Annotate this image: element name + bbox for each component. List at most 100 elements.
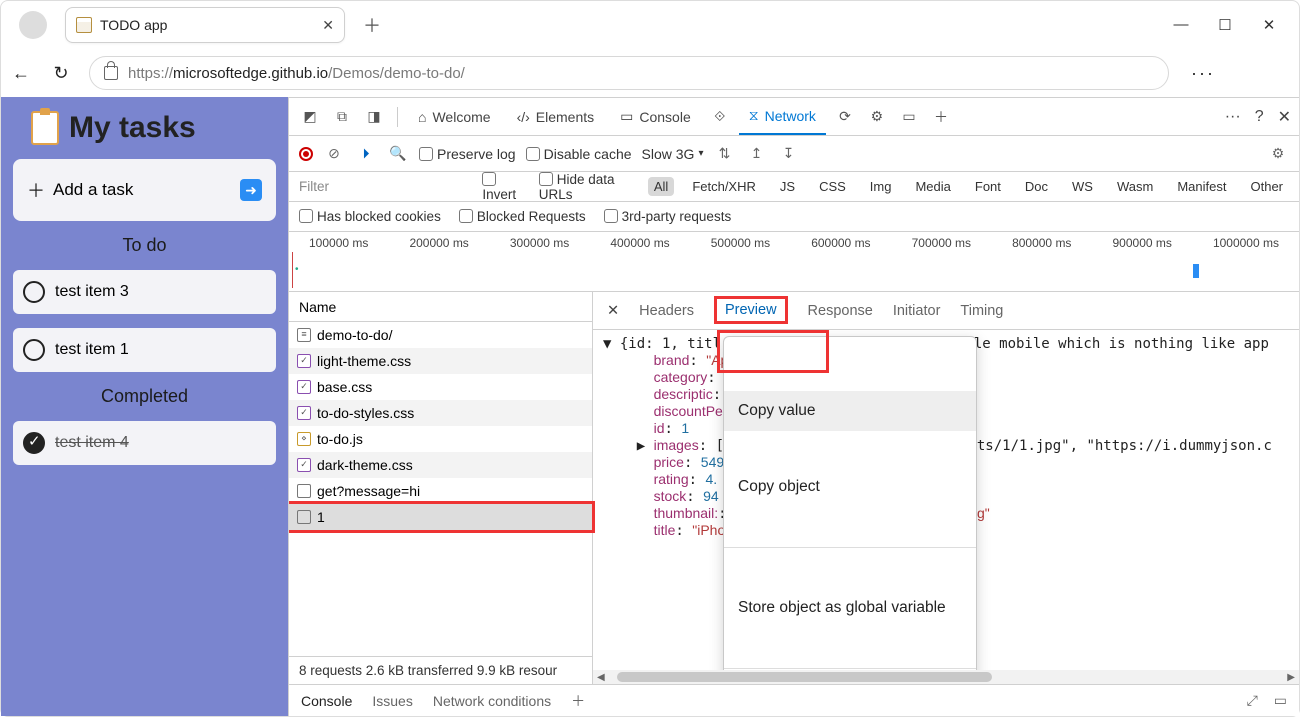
request-row-selected[interactable]: 1 [289, 504, 592, 530]
maximize-button[interactable]: ☐ [1217, 16, 1233, 34]
sources-icon[interactable]: ⟐ [707, 104, 733, 130]
type-font[interactable]: Font [969, 177, 1007, 196]
drawer-issues[interactable]: Issues [372, 693, 412, 709]
third-party-checkbox[interactable]: 3rd-party requests [604, 209, 732, 224]
lock-icon [104, 66, 118, 80]
dock-icon[interactable]: ◨ [361, 104, 387, 130]
devtools-panel: ◩ ⧉ ◨ ⌂ Welcome ‹/› Elements ▭ Console ⟐… [288, 97, 1299, 716]
request-row[interactable]: ✓light-theme.css [289, 348, 592, 374]
task-checkbox-done[interactable] [23, 432, 45, 454]
request-row[interactable]: ⋄to-do.js [289, 426, 592, 452]
page-icon [76, 17, 92, 33]
blocked-cookies-checkbox[interactable]: Has blocked cookies [299, 209, 441, 224]
column-name[interactable]: Name [289, 292, 592, 322]
clear-button[interactable]: ⊘ [323, 145, 345, 162]
preview-tab-response[interactable]: Response [808, 303, 873, 319]
hide-data-urls-checkbox[interactable]: Hide data URLs [539, 172, 636, 202]
close-devtools-button[interactable]: ✕ [1278, 107, 1291, 127]
drawer-network-conditions[interactable]: Network conditions [433, 693, 551, 709]
request-row[interactable]: ✓to-do-styles.css [289, 400, 592, 426]
network-timeline[interactable]: 100000 ms 200000 ms 300000 ms 400000 ms … [289, 232, 1299, 292]
address-bar[interactable]: https://microsoftedge.github.io/Demos/de… [89, 56, 1169, 90]
ctx-copy-object[interactable]: Copy object [724, 467, 976, 507]
response-preview-pane: ✕ Headers Preview Response Initiator Tim… [593, 292, 1299, 684]
browser-tab[interactable]: TODO app ✕ [65, 7, 345, 43]
request-row[interactable]: ✓dark-theme.css [289, 452, 592, 478]
task-checkbox[interactable] [23, 281, 45, 303]
preserve-log-checkbox[interactable]: Preserve log [419, 146, 516, 162]
tab-elements[interactable]: ‹/› Elements [507, 98, 605, 135]
more-tabs-button[interactable]: ＋ [928, 104, 954, 130]
filter-input[interactable]: Filter [299, 179, 470, 194]
preview-tab-headers[interactable]: Headers [639, 303, 694, 319]
network-settings-icon[interactable]: ⚙ [1267, 145, 1289, 162]
invert-checkbox[interactable]: Invert [482, 172, 526, 202]
blocked-requests-checkbox[interactable]: Blocked Requests [459, 209, 586, 224]
drawer-expand-icon[interactable]: ⤢ [1247, 692, 1258, 709]
filter-toggle-icon[interactable]: ⏵ [355, 145, 377, 162]
wifi-icon[interactable]: ⇅ [713, 145, 735, 162]
record-button[interactable] [299, 147, 313, 161]
throttle-select[interactable]: Slow 3G ▾ [642, 146, 704, 162]
tab-title: TODO app [100, 17, 314, 33]
context-menu: Copy value Copy object Store object as g… [723, 336, 977, 670]
drawer-console[interactable]: Console [301, 693, 352, 709]
close-preview-button[interactable]: ✕ [607, 303, 619, 319]
close-window-button[interactable]: ✕ [1261, 16, 1277, 34]
request-row[interactable]: ≡demo-to-do/ [289, 322, 592, 348]
ctx-store-global[interactable]: Store object as global variable [724, 588, 976, 628]
help-icon[interactable]: ? [1255, 108, 1264, 126]
devtools-more-button[interactable]: ··· [1225, 108, 1241, 126]
request-row[interactable]: ✓base.css [289, 374, 592, 400]
type-wasm[interactable]: Wasm [1111, 177, 1159, 196]
performance-icon[interactable]: ⟳ [832, 104, 858, 130]
type-ws[interactable]: WS [1066, 177, 1099, 196]
preview-tab-preview[interactable]: Preview [714, 296, 788, 324]
url-text: https://microsoftedge.github.io/Demos/de… [128, 65, 465, 82]
preview-tab-timing[interactable]: Timing [960, 303, 1003, 319]
upload-icon[interactable]: ↥ [745, 145, 767, 162]
disable-cache-checkbox[interactable]: Disable cache [526, 146, 632, 162]
close-tab-icon[interactable]: ✕ [322, 17, 334, 34]
ctx-copy-value[interactable]: Copy value [724, 391, 976, 431]
add-task-input[interactable]: ＋ Add a task ➜ [13, 159, 276, 221]
json-preview[interactable]: ▼ {id: 1, titl apple mobile which is not… [593, 330, 1299, 670]
preview-tab-initiator[interactable]: Initiator [893, 303, 941, 319]
type-fetch[interactable]: Fetch/XHR [686, 177, 762, 196]
task-row[interactable]: test item 4 [13, 421, 276, 465]
back-button[interactable]: ← [9, 63, 33, 84]
type-media[interactable]: Media [909, 177, 956, 196]
horizontal-scrollbar[interactable]: ◀ ▶ [593, 670, 1299, 684]
section-completed: Completed [13, 386, 276, 407]
type-other[interactable]: Other [1244, 177, 1289, 196]
type-all[interactable]: All [648, 177, 674, 196]
tab-network[interactable]: ⧖ Network [739, 98, 826, 135]
type-doc[interactable]: Doc [1019, 177, 1054, 196]
type-img[interactable]: Img [864, 177, 898, 196]
submit-task-button[interactable]: ➜ [240, 179, 262, 201]
application-icon[interactable]: ▭ [896, 104, 922, 130]
device-toggle-icon[interactable]: ⧉ [329, 104, 355, 130]
drawer-panel-icon[interactable]: ▭ [1274, 692, 1287, 709]
new-tab-button[interactable]: ＋ [363, 12, 381, 38]
memory-icon[interactable]: ⚙ [864, 104, 890, 130]
request-list: Name ≡demo-to-do/ ✓light-theme.css ✓base… [289, 292, 593, 684]
browser-more-button[interactable]: ··· [1185, 63, 1221, 84]
task-row[interactable]: test item 1 [13, 328, 276, 372]
task-row[interactable]: test item 3 [13, 270, 276, 314]
drawer-add-button[interactable]: ＋ [571, 691, 585, 711]
refresh-button[interactable]: ↻ [49, 63, 73, 84]
tab-console[interactable]: ▭ Console [610, 98, 701, 135]
type-js[interactable]: JS [774, 177, 801, 196]
minimize-button[interactable]: ― [1173, 16, 1189, 34]
search-icon[interactable]: 🔍 [387, 145, 409, 162]
type-css[interactable]: CSS [813, 177, 852, 196]
tab-welcome[interactable]: ⌂ Welcome [408, 98, 501, 135]
type-manifest[interactable]: Manifest [1171, 177, 1232, 196]
task-checkbox[interactable] [23, 339, 45, 361]
download-icon[interactable]: ↧ [777, 145, 799, 162]
section-todo: To do [13, 235, 276, 256]
plus-icon: ＋ [27, 177, 45, 203]
profile-avatar[interactable] [19, 11, 47, 39]
inspect-icon[interactable]: ◩ [297, 104, 323, 130]
